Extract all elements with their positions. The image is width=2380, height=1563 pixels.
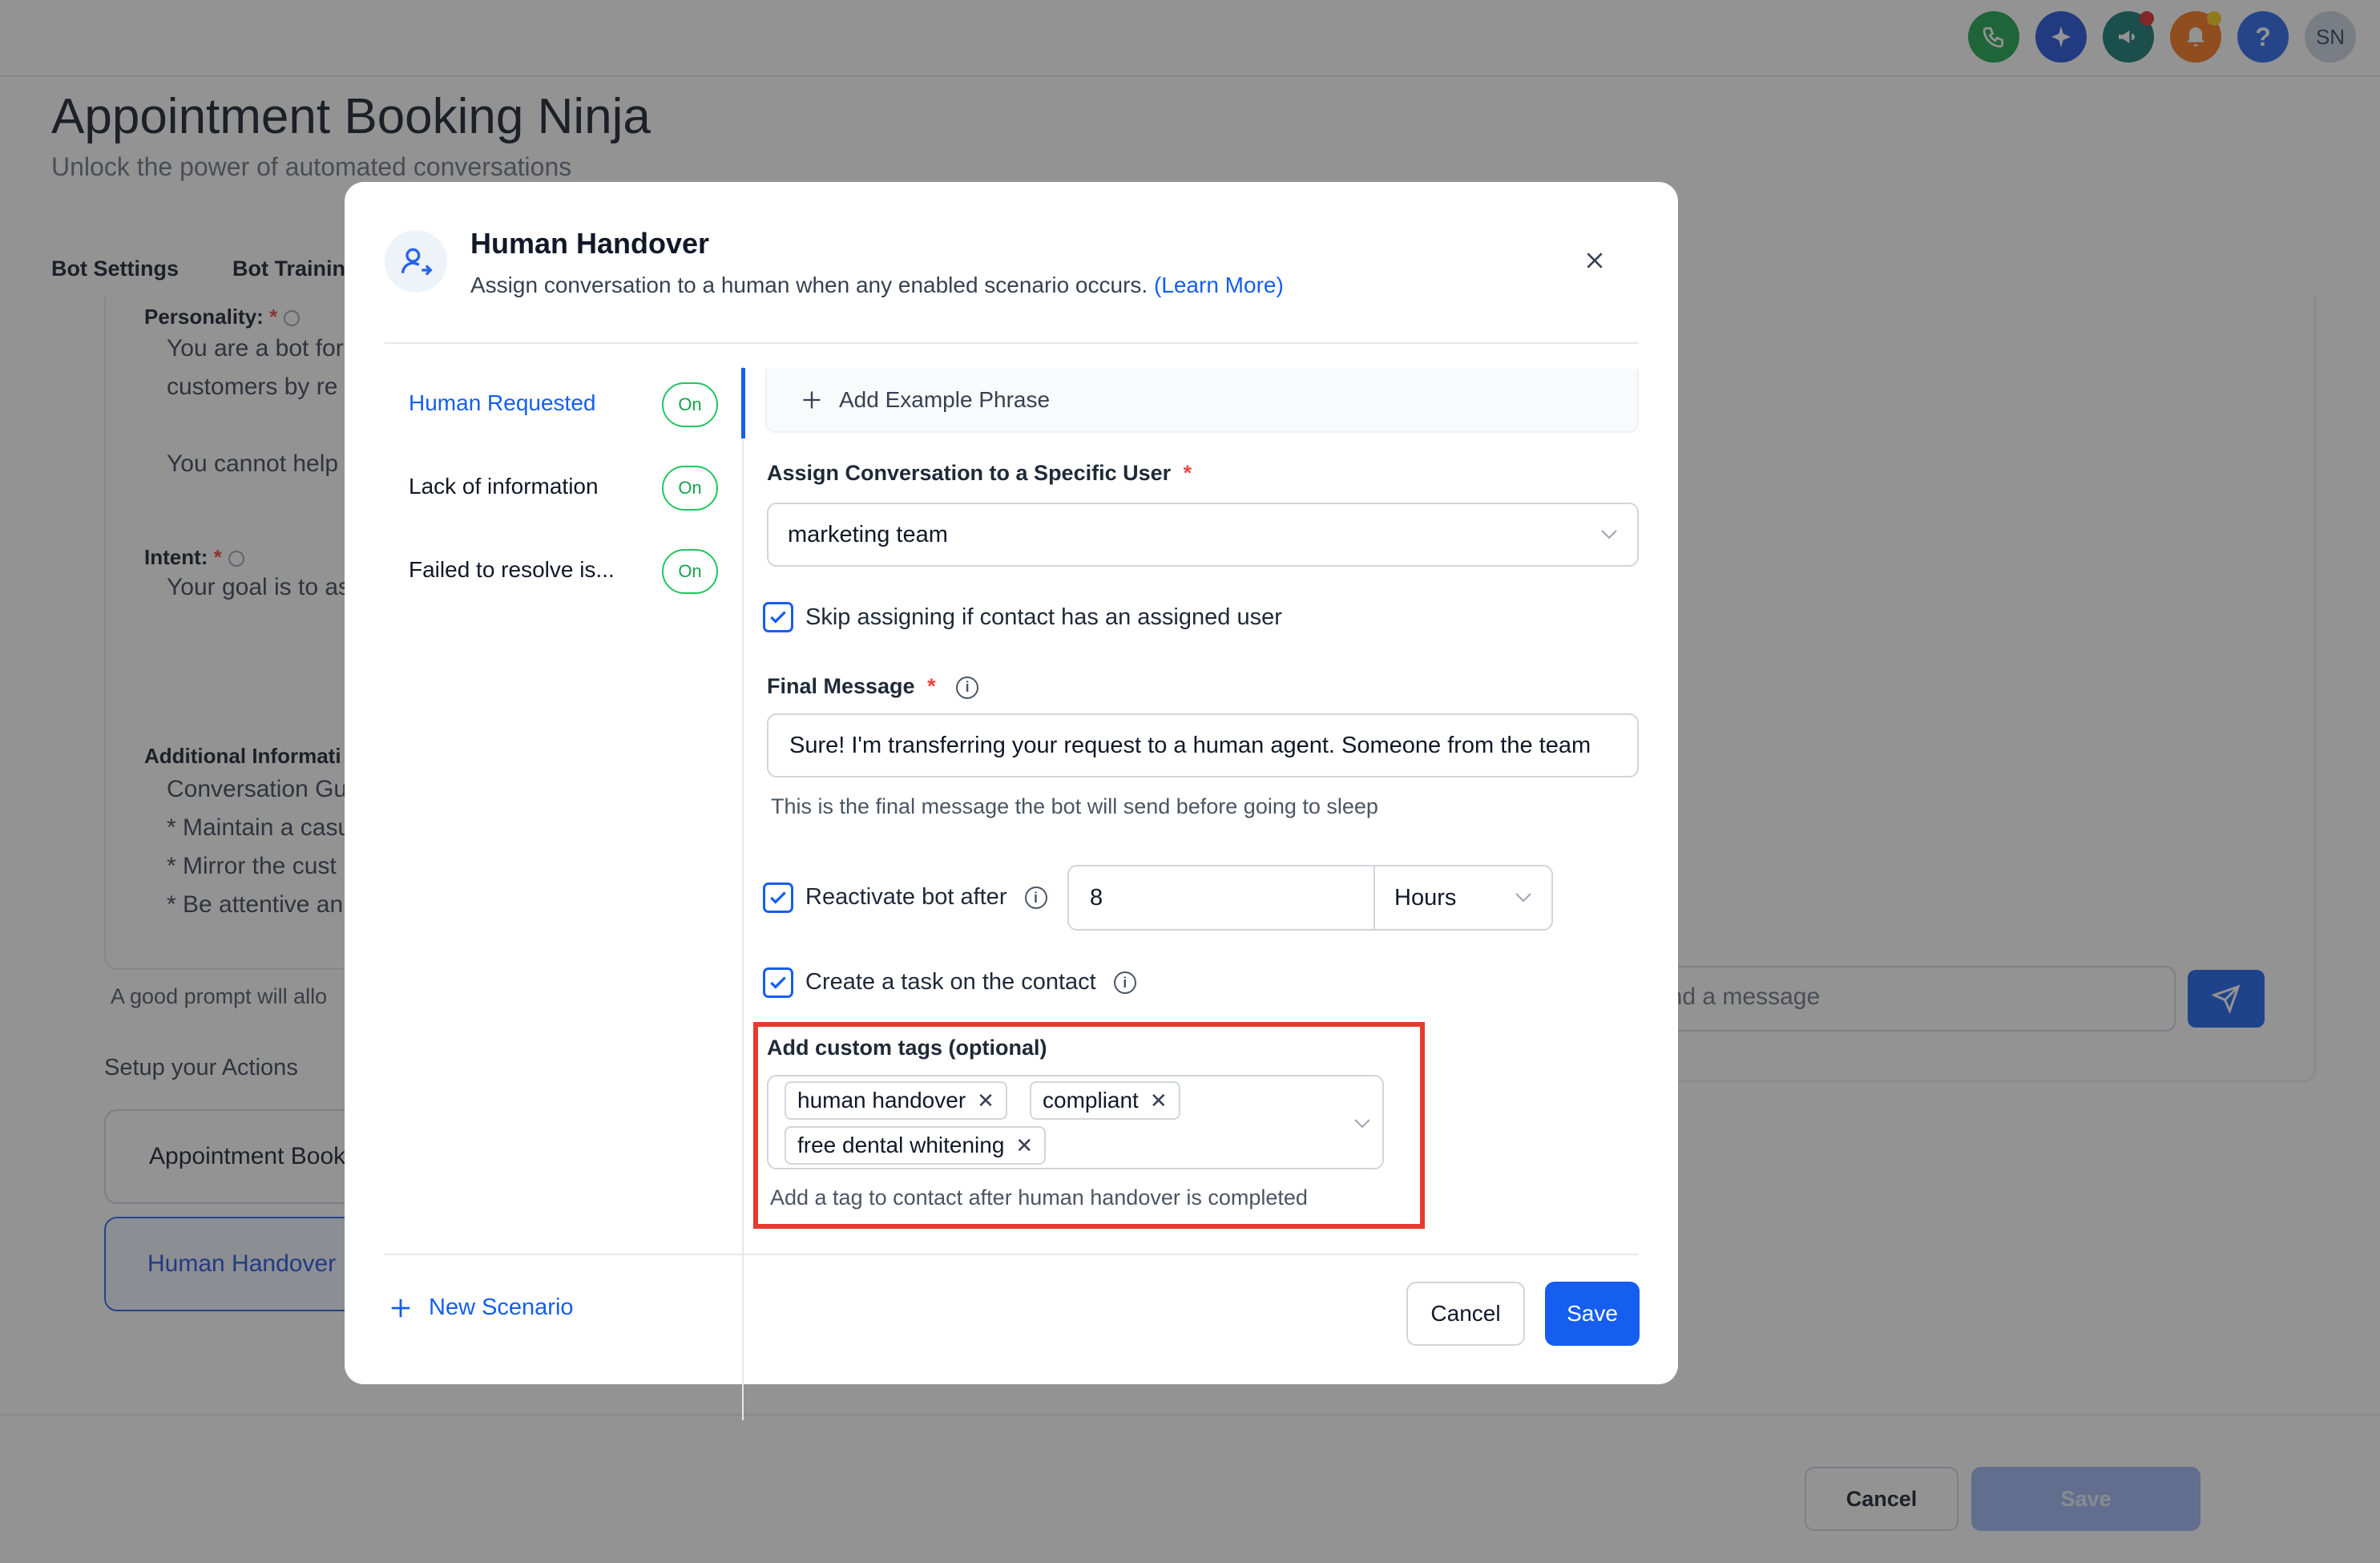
highlight-box bbox=[753, 1022, 1425, 1229]
plus-icon bbox=[803, 391, 821, 409]
skip-assign-checkbox[interactable] bbox=[763, 602, 793, 632]
add-example-phrase-button[interactable]: Add Example Phrase bbox=[765, 369, 1639, 433]
scenario-toggle[interactable]: On bbox=[662, 382, 718, 427]
modal-description-text: Assign conversation to a human when any … bbox=[470, 273, 1148, 297]
final-message-helper: This is the final message the bot will s… bbox=[771, 794, 1378, 818]
info-icon: i bbox=[956, 676, 979, 699]
assign-user-value: marketing team bbox=[788, 521, 948, 547]
final-message-input[interactable]: Sure! I'm transferring your request to a… bbox=[767, 713, 1639, 777]
footer-divider bbox=[385, 1254, 1638, 1255]
skip-assign-label: Skip assigning if contact has an assigne… bbox=[805, 604, 1282, 630]
save-button[interactable]: Save bbox=[1545, 1282, 1640, 1346]
scenario-divider bbox=[742, 366, 744, 1420]
create-task-label-text: Create a task on the contact bbox=[805, 969, 1096, 995]
user-handover-icon bbox=[385, 230, 447, 293]
human-handover-modal: Human Handover Assign conversation to a … bbox=[345, 182, 1678, 1420]
check-icon bbox=[770, 976, 786, 989]
reactivate-hours-input[interactable]: 8 bbox=[1067, 865, 1375, 931]
learn-more-link[interactable]: (Learn More) bbox=[1154, 273, 1284, 297]
modal-description: Assign conversation to a human when any … bbox=[470, 273, 1284, 298]
final-message-label: Final Message * i bbox=[767, 674, 979, 699]
new-scenario-label: New Scenario bbox=[429, 1294, 574, 1320]
assign-user-label: Assign Conversation to a Specific User * bbox=[767, 461, 1192, 486]
new-scenario-button[interactable]: New Scenario bbox=[389, 1294, 574, 1321]
scenario-failed-to-resolve[interactable]: Failed to resolve is... bbox=[409, 557, 615, 583]
active-scenario-indicator bbox=[741, 368, 745, 438]
scenario-toggle[interactable]: On bbox=[662, 549, 718, 594]
check-icon bbox=[770, 891, 786, 904]
assign-user-select[interactable]: marketing team bbox=[767, 503, 1639, 567]
info-icon: i bbox=[1113, 971, 1136, 995]
scenario-lack-of-information[interactable]: Lack of information bbox=[409, 474, 599, 499]
modal-title: Human Handover bbox=[470, 227, 710, 260]
header-divider bbox=[385, 342, 1638, 344]
reactivate-bot-checkbox[interactable] bbox=[763, 882, 793, 913]
chevron-down-icon bbox=[1601, 530, 1617, 539]
scenario-human-requested[interactable]: Human Requested bbox=[409, 390, 595, 416]
plus-icon bbox=[391, 1298, 410, 1317]
reactivate-unit-select[interactable]: Hours bbox=[1374, 865, 1553, 931]
check-icon bbox=[770, 611, 786, 624]
create-task-checkbox[interactable] bbox=[763, 967, 793, 998]
reactivate-unit-value: Hours bbox=[1394, 884, 1457, 911]
assign-user-label-text: Assign Conversation to a Specific User bbox=[767, 461, 1172, 485]
reactivate-bot-label-text: Reactivate bot after bbox=[805, 884, 1007, 910]
scenario-toggle[interactable]: On bbox=[662, 466, 718, 511]
cancel-button[interactable]: Cancel bbox=[1406, 1282, 1525, 1346]
add-example-phrase-label: Add Example Phrase bbox=[839, 387, 1051, 412]
create-task-label: Create a task on the contact i bbox=[805, 969, 1136, 996]
reactivate-bot-label: Reactivate bot after i bbox=[805, 884, 1047, 911]
final-message-label-text: Final Message bbox=[767, 674, 915, 698]
close-icon[interactable] bbox=[1579, 244, 1611, 277]
info-icon: i bbox=[1024, 887, 1047, 910]
required-mark: * bbox=[1183, 461, 1192, 485]
required-mark: * bbox=[927, 674, 936, 698]
chevron-down-icon bbox=[1515, 893, 1531, 903]
